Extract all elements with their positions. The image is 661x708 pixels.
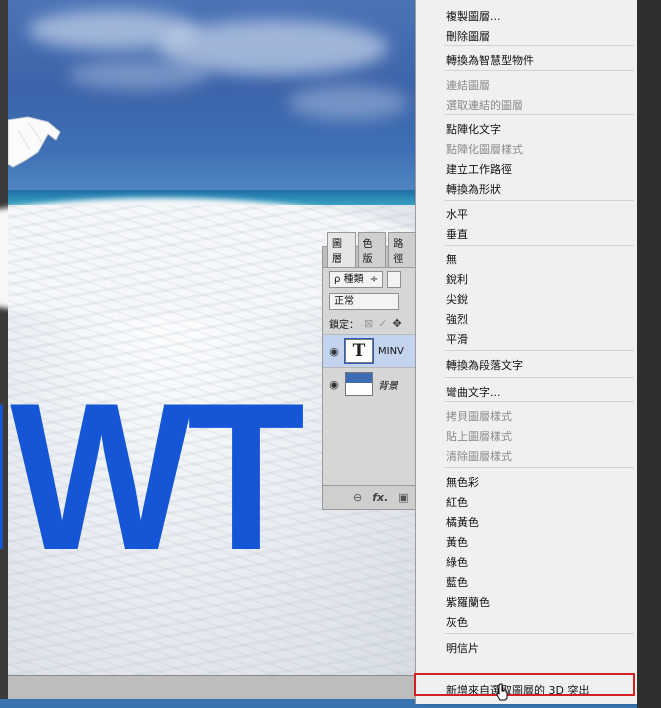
menu-item[interactable]: 建立工作路徑 (446, 161, 512, 179)
menu-separator (444, 200, 634, 201)
menu-item[interactable]: 橘黃色 (446, 514, 479, 532)
visibility-eye-icon[interactable]: ◉ (323, 345, 345, 358)
fx-icon[interactable]: fx. (372, 491, 388, 504)
filter-row: ρ 種類 ÷ (323, 268, 419, 290)
menu-item[interactable]: 綠色 (446, 554, 468, 572)
visibility-eye-icon[interactable]: ◉ (323, 378, 345, 391)
photo-sky (8, 0, 418, 215)
menu-separator (444, 245, 634, 246)
link-layers-icon[interactable]: ⊖ (353, 491, 362, 504)
menu-item[interactable]: 明信片 (446, 640, 479, 658)
select-arrows-icon: ÷ (366, 273, 379, 285)
menu-item[interactable]: 無 (446, 251, 457, 269)
lock-row: 鎖定： ⊠ ✓ ✥ (323, 312, 419, 334)
window-right-edge (637, 0, 661, 708)
menu-item: 連結圖層 (446, 79, 490, 92)
add-mask-icon[interactable]: ▣ (398, 491, 408, 504)
background-layer-thumbnail (345, 372, 373, 396)
menu-item[interactable]: 點陣化文字 (446, 121, 501, 139)
window-left-edge (0, 0, 8, 708)
canvas-text-layer[interactable]: IWT (0, 372, 305, 582)
kind-filter-select[interactable]: ρ 種類 ÷ (329, 270, 384, 288)
menu-item[interactable]: 銳利 (446, 271, 468, 289)
blend-row: 正常 (323, 290, 419, 312)
lock-paint-icon[interactable]: ✓ (378, 317, 387, 330)
tab-channels[interactable]: 色版 (357, 232, 387, 267)
menu-item: 點陣化圖層樣式 (446, 143, 523, 156)
menu-item[interactable]: 強烈 (446, 311, 468, 329)
hand-cursor-icon (496, 683, 508, 701)
menu-separator (444, 350, 634, 351)
menu-item: 拷貝圖層樣式 (446, 410, 512, 423)
filter-toggle[interactable] (387, 270, 402, 288)
menu-item[interactable]: 垂直 (446, 226, 468, 244)
context-menu: 複製圖層... 刪除圖層轉換為智慧型物件連結圖層選取連結的圖層點陣化文字點陣化圖層… (415, 0, 638, 704)
lock-transparent-icon[interactable]: ⊠ (364, 317, 373, 330)
menu-item[interactable]: 轉換為段落文字 (446, 357, 523, 375)
layers-panel-footer: ⊖ fx. ▣ (323, 485, 419, 509)
text-layer-thumbnail-icon: T (345, 339, 373, 363)
layers-panel: 圖層 色版 路徑 ρ 種類 ÷ 正常 鎖定： ⊠ ✓ ✥ ◉ T MINV ◉ (322, 232, 419, 510)
menu-item[interactable]: 平滑 (446, 331, 468, 349)
photoshop-window: IWT 圖層 色版 路徑 ρ 種類 ÷ 正常 鎖定： ⊠ ✓ ✥ ◉ T (0, 0, 661, 708)
menu-item[interactable]: 彎曲文字... (446, 384, 501, 402)
menu-item: 選取連結的圖層 (446, 99, 523, 112)
canvas-scrollbar[interactable] (8, 675, 418, 700)
layer-name: MINV (378, 345, 404, 357)
menu-item[interactable]: 黃色 (446, 534, 468, 552)
kind-filter-label: ρ 種類 (334, 273, 364, 285)
menu-item[interactable]: 尖銳 (446, 291, 468, 309)
menu-item[interactable]: 轉換為智慧型物件 (446, 52, 534, 70)
layers-panel-tabs: 圖層 色版 路徑 (323, 232, 419, 268)
menu-item[interactable]: 紫羅蘭色 (446, 594, 490, 612)
highlight-box (414, 673, 635, 696)
menu-separator (444, 377, 634, 378)
white-flag-image (8, 116, 61, 168)
menu-separator (444, 467, 634, 468)
menu-item[interactable]: 複製圖層... (446, 8, 501, 26)
lock-label: 鎖定： (329, 319, 359, 331)
menu-item: 貼上圖層樣式 (446, 430, 512, 443)
tab-layers[interactable]: 圖層 (327, 232, 356, 267)
menu-item[interactable]: 灰色 (446, 614, 468, 632)
tab-paths[interactable]: 路徑 (388, 232, 418, 267)
menu-item[interactable]: 水平 (446, 206, 468, 224)
menu-item[interactable]: 刪除圖層 (446, 28, 490, 46)
menu-separator (444, 633, 634, 634)
lock-move-icon[interactable]: ✥ (392, 317, 401, 330)
menu-item[interactable]: 藍色 (446, 574, 468, 592)
menu-item[interactable]: 無色彩 (446, 474, 479, 492)
layer-row-background[interactable]: ◉ 背景 (323, 367, 419, 400)
menu-separator (444, 70, 634, 71)
layer-row-text[interactable]: ◉ T MINV (323, 334, 419, 367)
menu-item: 清除圖層樣式 (446, 450, 512, 463)
menu-item[interactable]: 轉換為形狀 (446, 181, 501, 199)
blend-mode-select[interactable]: 正常 (329, 292, 399, 310)
layer-name: 背景 (378, 380, 398, 392)
menu-item[interactable]: 紅色 (446, 494, 468, 512)
